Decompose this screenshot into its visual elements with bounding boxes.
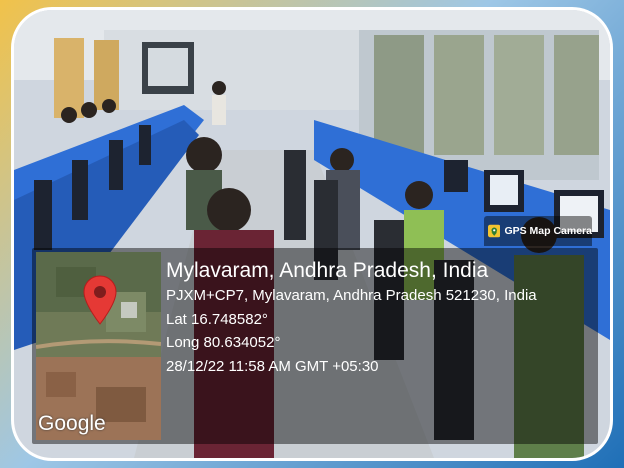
gps-map-camera-icon bbox=[488, 224, 501, 238]
latitude-line: Lat 16.748582° bbox=[166, 310, 268, 328]
app-name: GPS Map Camera bbox=[504, 225, 592, 237]
map-thumbnail: Google bbox=[36, 252, 161, 440]
location-pin-icon bbox=[83, 275, 117, 325]
photo-frame: GPS Map Camera Google Mylavaram, Andhra … bbox=[0, 0, 624, 468]
location-info: Mylavaram, Andhra Pradesh, India PJXM+CP… bbox=[166, 258, 598, 378]
datetime-line: 28/12/22 11:58 AM GMT +05:30 bbox=[166, 357, 379, 375]
google-logo: Google bbox=[38, 412, 106, 435]
gps-camera-badge: GPS Map Camera bbox=[484, 216, 592, 246]
photo-card: GPS Map Camera Google Mylavaram, Andhra … bbox=[14, 10, 610, 458]
location-title: Mylavaram, Andhra Pradesh, India bbox=[166, 259, 489, 282]
address-line: PJXM+CP7, Mylavaram, Andhra Pradesh 5212… bbox=[166, 287, 537, 304]
longitude-line: Long 80.634052° bbox=[166, 334, 281, 351]
